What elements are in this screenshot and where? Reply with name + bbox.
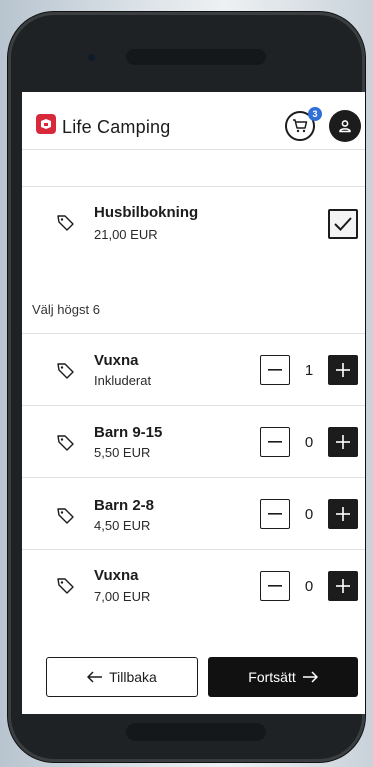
minus-icon [268, 585, 282, 587]
decrease-button[interactable] [260, 499, 290, 529]
minus-icon [268, 369, 282, 371]
quantity-value: 0 [304, 578, 314, 595]
brand-name[interactable]: Life Camping [62, 117, 170, 138]
app-screen: Life Camping 3 Husbilbokning 21,00 EUR V… [22, 92, 365, 714]
decrease-button[interactable] [260, 355, 290, 385]
home-button[interactable] [126, 723, 266, 741]
plus-icon [336, 579, 350, 593]
phone-frame: Life Camping 3 Husbilbokning 21,00 EUR V… [8, 12, 365, 762]
increase-button[interactable] [328, 427, 358, 457]
user-button[interactable] [329, 110, 361, 142]
life-camping-logo-icon[interactable] [36, 114, 56, 134]
booking-title: Husbilbokning [94, 204, 199, 221]
item-title: Barn 2-8 [94, 497, 155, 514]
divider [22, 333, 365, 334]
increase-button[interactable] [328, 571, 358, 601]
cart-icon [293, 119, 308, 133]
max-select-label: Välj högst 6 [32, 302, 100, 317]
plus-icon [336, 507, 350, 521]
app-header: Life Camping 3 [22, 92, 365, 150]
back-button-label: Tillbaka [109, 669, 157, 685]
quantity-value: 0 [304, 506, 314, 523]
tag-icon [57, 578, 74, 594]
booking-price: 21,00 EUR [94, 227, 158, 242]
arrow-right-icon [302, 671, 318, 683]
decrease-button[interactable] [260, 571, 290, 601]
divider [22, 186, 365, 187]
minus-icon [268, 513, 282, 515]
cart-count-badge: 3 [308, 107, 322, 121]
item-price: 7,00 EUR [94, 589, 151, 604]
item-title: Vuxna [94, 567, 139, 584]
plus-icon [336, 363, 350, 377]
booking-checkbox[interactable] [328, 209, 358, 239]
continue-button-label: Fortsätt [248, 669, 296, 685]
increase-button[interactable] [328, 355, 358, 385]
item-title: Vuxna [94, 352, 139, 369]
tag-icon [57, 435, 74, 451]
arrow-left-icon [87, 671, 103, 683]
tag-icon [57, 508, 74, 524]
minus-icon [268, 441, 282, 443]
checkmark-icon [334, 217, 352, 231]
tag-icon [57, 215, 74, 231]
user-icon [339, 120, 351, 133]
item-title: Barn 9-15 [94, 424, 163, 441]
divider [22, 477, 365, 478]
item-price: 4,50 EUR [94, 518, 151, 533]
item-price: Inkluderat [94, 373, 152, 388]
camera [88, 54, 95, 61]
divider [22, 549, 365, 550]
tag-icon [57, 363, 74, 379]
decrease-button[interactable] [260, 427, 290, 457]
speaker [126, 49, 266, 65]
quantity-value: 0 [304, 434, 314, 451]
item-price: 5,50 EUR [94, 445, 151, 460]
plus-icon [336, 435, 350, 449]
divider [22, 405, 365, 406]
quantity-value: 1 [304, 362, 314, 379]
continue-button[interactable]: Fortsätt [208, 657, 358, 697]
increase-button[interactable] [328, 499, 358, 529]
back-button[interactable]: Tillbaka [46, 657, 198, 697]
